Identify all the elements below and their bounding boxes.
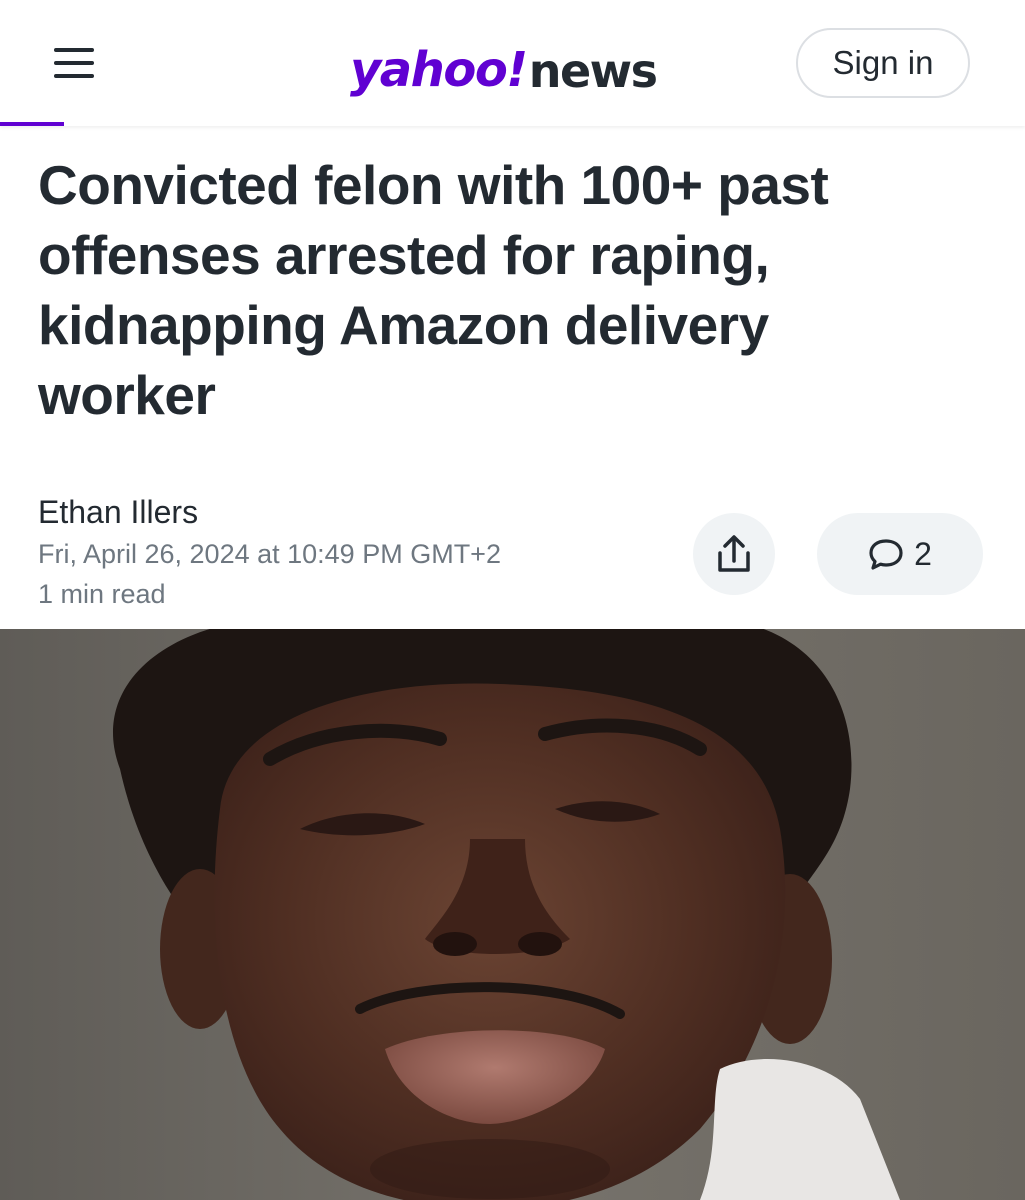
article-headline: Convicted felon with 100+ past offenses …	[38, 154, 829, 426]
comments-button[interactable]: 2	[817, 513, 983, 595]
active-tab-indicator	[0, 122, 64, 126]
author-name[interactable]: Ethan Illers	[38, 490, 501, 534]
article-hero-image[interactable]	[0, 629, 1025, 1200]
mugshot-photo	[0, 629, 1025, 1200]
logo-product: news	[528, 44, 658, 98]
logo-brand: yahoo!	[350, 42, 528, 98]
sign-in-button[interactable]: Sign in	[796, 28, 970, 98]
article-byline: Ethan Illers Fri, April 26, 2024 at 10:4…	[38, 490, 501, 614]
share-icon	[718, 535, 750, 572]
comment-count: 2	[914, 535, 932, 572]
read-time: 1 min read	[38, 579, 166, 609]
menu-icon[interactable]	[50, 44, 98, 82]
comment-icon	[869, 539, 903, 570]
publish-timestamp: Fri, April 26, 2024 at 10:49 PM GMT+2	[38, 539, 501, 569]
yahoo-news-logo[interactable]: yahoo! news	[350, 34, 658, 98]
top-navigation-bar: yahoo! news Sign in	[0, 0, 1025, 126]
share-button[interactable]	[693, 513, 775, 595]
